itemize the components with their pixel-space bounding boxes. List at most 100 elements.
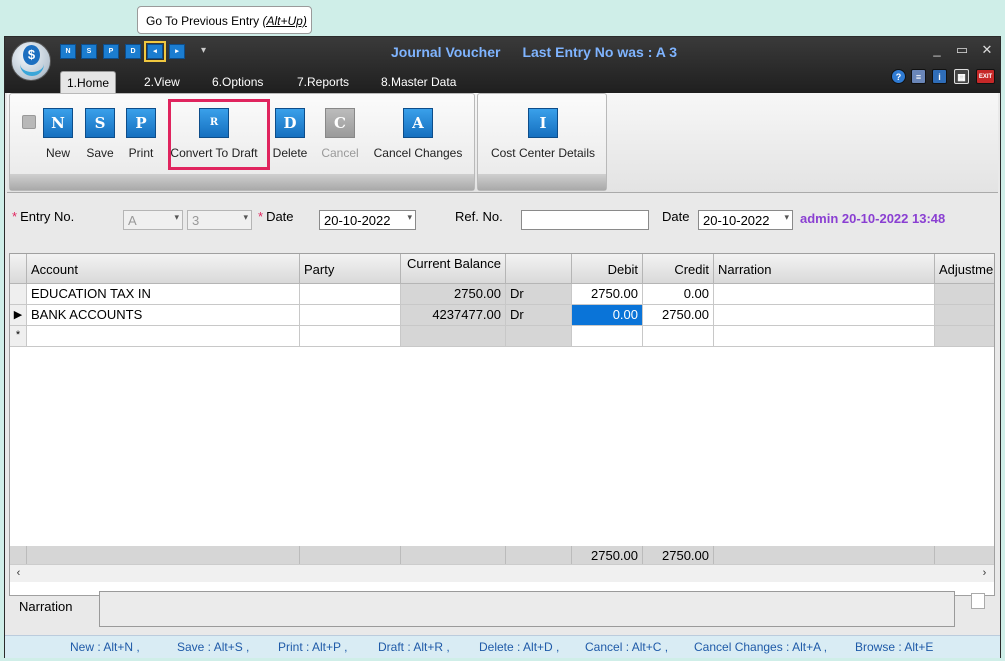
- chevron-down-icon: ▾: [784, 212, 789, 222]
- cell-credit[interactable]: 2750.00: [643, 305, 714, 326]
- column-account[interactable]: Account: [27, 254, 300, 284]
- tab-master-data[interactable]: 8.Master Data: [375, 71, 462, 93]
- cell-adjustment-button[interactable]: [935, 326, 994, 347]
- lock-icon[interactable]: [22, 115, 36, 129]
- column-dr-cr[interactable]: [506, 254, 572, 284]
- calculator-icon[interactable]: ▦: [954, 69, 969, 84]
- cell-adjustment-button[interactable]: [935, 284, 994, 305]
- exit-icon[interactable]: EXIT: [976, 69, 995, 84]
- cell-narration[interactable]: [714, 284, 935, 305]
- maximize-button[interactable]: ▭: [953, 42, 971, 58]
- cell-account[interactable]: BANK ACCOUNTS: [27, 305, 300, 326]
- new-button[interactable]: N New: [42, 108, 74, 160]
- cost-center-details-button[interactable]: I Cost Center Details: [484, 108, 602, 160]
- ref-no-label: Ref. No.: [455, 209, 503, 224]
- shortcut-draft: Draft : Alt+R ,: [378, 640, 450, 654]
- tab-view[interactable]: 2.View: [138, 71, 186, 93]
- row-header[interactable]: [10, 284, 27, 305]
- scroll-right-icon[interactable]: ›: [976, 565, 993, 582]
- horizontal-scrollbar[interactable]: ‹ ›: [10, 564, 994, 582]
- convert-to-draft-highlight: [168, 99, 270, 170]
- current-row-indicator[interactable]: ▶: [10, 305, 27, 326]
- new-row-indicator[interactable]: *: [10, 326, 27, 347]
- settings-icon[interactable]: ≡: [911, 69, 926, 84]
- cell-credit[interactable]: [643, 326, 714, 347]
- cell-party[interactable]: [300, 284, 401, 305]
- cost-center-icon: I: [528, 108, 558, 138]
- shortcut-bar: New : Alt+N , Save : Alt+S , Print : Alt…: [5, 635, 1000, 658]
- cell-credit[interactable]: 0.00: [643, 284, 714, 305]
- cell-balance: [401, 326, 506, 347]
- narration-side-box[interactable]: [971, 593, 985, 609]
- cancel-changes-icon: A: [403, 108, 433, 138]
- chevron-down-icon: ▾: [407, 212, 412, 222]
- cancel-button[interactable]: C Cancel: [320, 108, 360, 160]
- save-button[interactable]: S Save: [84, 108, 116, 160]
- close-button[interactable]: ✕: [978, 42, 996, 58]
- tab-reports[interactable]: 7.Reports: [291, 71, 355, 93]
- cell-account[interactable]: EDUCATION TAX IN: [27, 284, 300, 305]
- cell-dr-cr: [506, 326, 572, 347]
- tab-options[interactable]: 6.Options: [206, 71, 269, 93]
- column-narration[interactable]: Narration: [714, 254, 935, 284]
- cell-debit[interactable]: [572, 326, 643, 347]
- column-debit[interactable]: Debit: [572, 254, 643, 284]
- cancel-icon: C: [325, 108, 355, 138]
- cell-debit-selected[interactable]: 0.00: [572, 305, 643, 326]
- cell-narration[interactable]: [714, 326, 935, 347]
- quick-delete-icon[interactable]: D: [125, 44, 141, 59]
- minimize-button[interactable]: _: [928, 42, 946, 57]
- entry-no-label: * Entry No.: [12, 209, 75, 224]
- help-icon[interactable]: ?: [891, 69, 906, 84]
- ref-no-input[interactable]: [521, 210, 649, 230]
- cancel-changes-button[interactable]: A Cancel Changes: [372, 108, 464, 160]
- quick-save-icon[interactable]: S: [81, 44, 97, 59]
- tab-home[interactable]: 1.Home: [60, 71, 117, 93]
- narration-label: Narration: [19, 599, 73, 614]
- column-party[interactable]: Party: [300, 254, 401, 284]
- date-picker[interactable]: 20-10-2022 ▾: [319, 210, 416, 230]
- shortcut-new: New : Alt+N ,: [70, 640, 140, 654]
- quick-previous-icon[interactable]: ◂: [144, 41, 166, 62]
- scroll-left-icon[interactable]: ‹: [10, 565, 27, 582]
- total-debit: 2750.00: [572, 546, 643, 564]
- quick-print-icon[interactable]: P: [103, 44, 119, 59]
- delete-button[interactable]: D Delete: [270, 108, 310, 160]
- cell-party[interactable]: [300, 326, 401, 347]
- grid-corner: [10, 254, 27, 284]
- shortcut-print: Print : Alt+P ,: [278, 640, 348, 654]
- shortcut-delete: Delete : Alt+D ,: [479, 640, 560, 654]
- customize-toolbar-icon[interactable]: ▾: [201, 45, 206, 56]
- cell-narration[interactable]: [714, 305, 935, 326]
- voucher-header-form: * Entry No. A ▾ 3 ▾ * Date 20-10-2022 ▾ Ref. …: [5, 195, 1000, 247]
- tooltip: Go To Previous Entry (Alt+Up): [137, 6, 312, 34]
- column-current-balance[interactable]: Current Balance: [401, 254, 506, 284]
- cell-dr-cr: Dr: [506, 284, 572, 305]
- ref-date-picker[interactable]: 20-10-2022 ▾: [698, 210, 793, 230]
- ref-date-label: Date: [662, 209, 690, 224]
- narration-input[interactable]: [99, 591, 955, 627]
- ribbon-group-cost-center: I Cost Center Details: [477, 93, 607, 191]
- cell-adjustment-button[interactable]: [935, 305, 994, 326]
- shortcut-cancel: Cancel : Alt+C ,: [585, 640, 669, 654]
- entry-no-select[interactable]: 3 ▾: [187, 210, 252, 230]
- save-icon: S: [85, 108, 115, 138]
- cell-party[interactable]: [300, 305, 401, 326]
- series-select[interactable]: A ▾: [123, 210, 183, 230]
- journal-voucher-window: $ N S P D ◂ ▸ ▾ Journal Voucher Last Entr…: [4, 36, 1001, 658]
- print-button[interactable]: P Print: [125, 108, 157, 160]
- shortcut-save: Save : Alt+S ,: [177, 640, 250, 654]
- column-adjustment[interactable]: Adjustme: [935, 254, 994, 284]
- quick-next-icon[interactable]: ▸: [169, 44, 185, 59]
- delete-icon: D: [275, 108, 305, 138]
- app-logo[interactable]: $: [11, 41, 51, 81]
- total-credit: 2750.00: [643, 546, 714, 564]
- cell-balance: 4237477.00: [401, 305, 506, 326]
- cell-account[interactable]: [27, 326, 300, 347]
- shortcut-cancel-changes: Cancel Changes : Alt+A ,: [694, 640, 828, 654]
- info-icon[interactable]: i: [932, 69, 947, 84]
- cell-debit[interactable]: 2750.00: [572, 284, 643, 305]
- quick-new-icon[interactable]: N: [60, 44, 76, 59]
- column-credit[interactable]: Credit: [643, 254, 714, 284]
- new-icon: N: [43, 108, 73, 138]
